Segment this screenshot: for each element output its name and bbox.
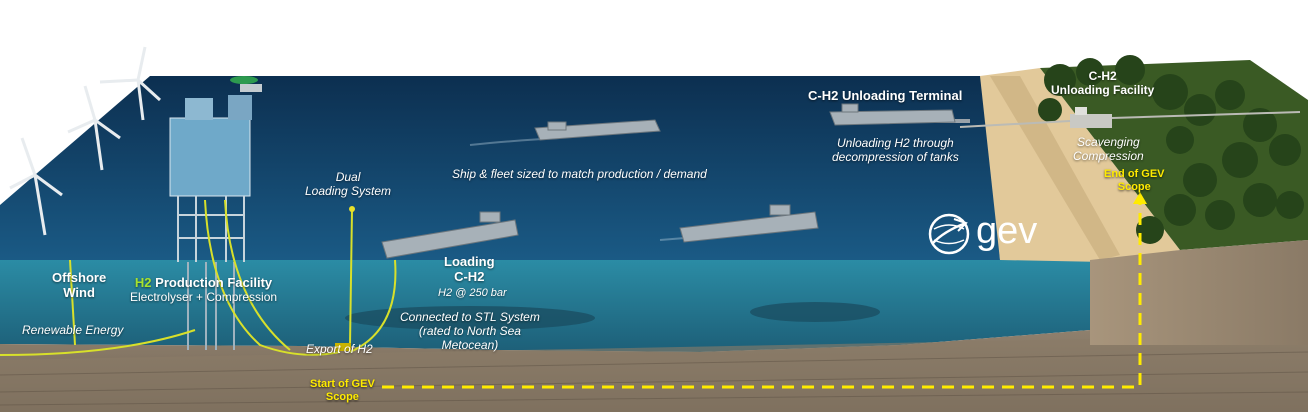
loading-ch2-label: Loading C-H2 (444, 254, 495, 284)
start-gev-scope-label: Start of GEV Scope (310, 378, 375, 403)
production-facility-label: H2 Production Facility Electrolyser + Co… (130, 275, 278, 304)
scene-illustration (0, 46, 1308, 412)
end-gev-scope-label: End of GEV Scope (1104, 168, 1165, 193)
unloading-desc-label: Unloading H2 through decompression of ta… (832, 136, 959, 164)
ship-fleet-label: Ship & fleet sized to match production /… (452, 167, 707, 181)
gev-logo: gev (926, 208, 1052, 260)
scavenging-compression-label: Scavenging Compression (1073, 135, 1144, 163)
dual-loading-label: Dual Loading System (305, 170, 392, 198)
offshore-wind-label: Offshore Wind (52, 270, 107, 300)
production-h2-accent: H2 (134, 275, 152, 290)
loading-pressure-label: H2 @ 250 bar (438, 287, 507, 299)
gev-logo-text: gev (976, 210, 1038, 252)
unloading-facility-label: C-H2 Unloading Facility (1051, 69, 1155, 97)
renewable-energy-label: Renewable Energy (22, 323, 124, 337)
gev-value-chain-diagram: Offshore Wind H2 Production Facility Ele… (0, 0, 1308, 412)
stl-system-label: Connected to STL System (rated to North … (400, 310, 540, 352)
globe-icon (928, 213, 970, 255)
export-h2-label: Export of H2 (306, 342, 373, 356)
unloading-terminal-label: C-H2 Unloading Terminal (808, 88, 963, 103)
